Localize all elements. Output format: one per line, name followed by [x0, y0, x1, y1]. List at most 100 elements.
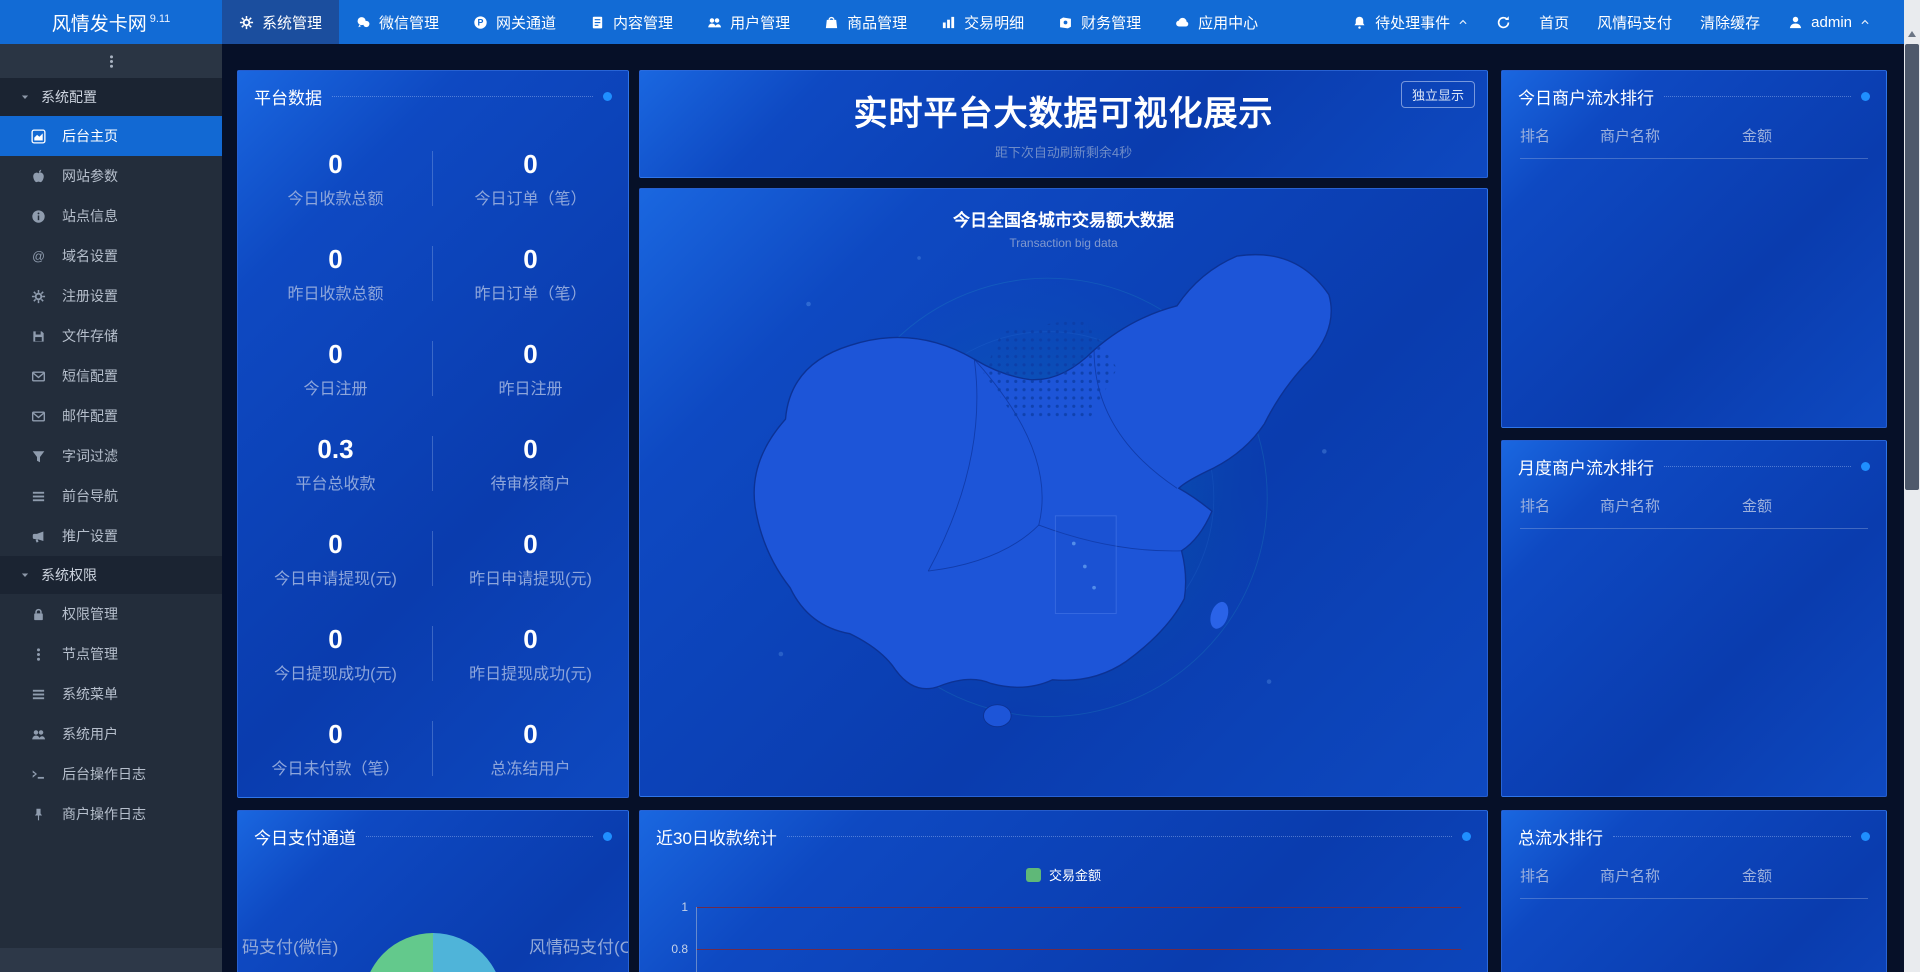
nav-label: 应用中心 — [1198, 12, 1258, 33]
apple-icon — [31, 169, 46, 184]
envelope-icon — [31, 369, 46, 384]
brand-version: 9.11 — [150, 13, 171, 25]
envelope-icon — [31, 409, 46, 424]
info-icon — [31, 209, 46, 224]
pending-events-dropdown[interactable]: 待处理事件 — [1338, 12, 1482, 33]
panel-header: 近30日收款统计 — [640, 811, 1487, 857]
dots-icon — [31, 647, 46, 662]
sidebar-menu: 系统配置后台主页网站参数站点信息@域名设置注册设置文件存储短信配置邮件配置字词过… — [0, 78, 222, 834]
sidebar-item-email-config[interactable]: 邮件配置 — [0, 396, 222, 436]
header-underline — [1520, 158, 1868, 159]
stat-today-withdraw-apply: 0 今日申请提现(元) — [238, 511, 433, 606]
nav-label: 用户管理 — [730, 12, 790, 33]
scrollbar-thumb[interactable] — [1905, 44, 1919, 490]
gear-icon — [31, 289, 46, 304]
sidebar-item-file-storage[interactable]: 文件存储 — [0, 316, 222, 356]
scroll-up-arrow[interactable] — [1904, 26, 1920, 42]
nav-gateway-channel[interactable]: P网关通道 — [456, 0, 573, 44]
sidebar-item-domain-settings[interactable]: @域名设置 — [0, 236, 222, 276]
sidebar-item-node-management[interactable]: 节点管理 — [0, 634, 222, 674]
pie-label-wechat: 码支付(微信) — [242, 933, 338, 958]
sidebar-section-system-permission[interactable]: 系统权限 — [0, 556, 222, 594]
rank-table-header: 排名 商户名称 金额 — [1502, 117, 1886, 158]
dot-accent — [1462, 832, 1471, 841]
stat-label: 今日提现成功(元) — [274, 660, 397, 684]
sidebar-section-system-config[interactable]: 系统配置 — [0, 78, 222, 116]
platform-data-panel: 平台数据 0今日收款总额0今日订单（笔）0昨日收款总额0昨日订单（笔）0今日注册… — [237, 70, 629, 798]
gear-icon — [239, 15, 254, 30]
auto-refresh-note: 距下次自动刷新剩余4秒 — [640, 142, 1487, 161]
nav-label: 系统管理 — [262, 12, 322, 33]
stat-today-income: 0今日收款总额 — [238, 131, 433, 226]
page-scrollbar[interactable] — [1904, 0, 1920, 972]
list-icon — [31, 489, 46, 504]
fengqing-pay-link[interactable]: 风情码支付 — [1583, 12, 1686, 33]
caret-up-icon — [1458, 17, 1468, 27]
nav-product-management[interactable]: 商品管理 — [807, 0, 924, 44]
dot-accent — [603, 92, 612, 101]
total-flow-rank-panel: 总流水排行 排名 商户名称 金额 — [1501, 810, 1887, 972]
sidebar-item-admin-home[interactable]: 后台主页 — [0, 116, 222, 156]
legend-swatch — [1026, 868, 1041, 882]
stat-label: 今日申请提现(元) — [274, 565, 397, 589]
clear-cache-link[interactable]: 清除缓存 — [1686, 12, 1774, 33]
standalone-display-button[interactable]: 独立显示 — [1401, 81, 1475, 108]
megaphone-icon — [31, 529, 46, 544]
panel-header: 今日支付通道 — [238, 811, 628, 857]
stat-value: 0 — [328, 529, 342, 560]
sidebar-item-system-menu[interactable]: 系统菜单 — [0, 674, 222, 714]
sidebar-item-front-nav[interactable]: 前台导航 — [0, 476, 222, 516]
sidebar-item-register-settings[interactable]: 注册设置 — [0, 276, 222, 316]
refresh-button[interactable] — [1482, 15, 1525, 30]
chart-area-icon — [31, 129, 46, 144]
stat-today-register: 0今日注册 — [238, 321, 433, 416]
payment-pie-chart[interactable] — [363, 933, 503, 972]
nav-label: 商品管理 — [847, 12, 907, 33]
funnel-icon — [31, 449, 46, 464]
users-icon — [31, 727, 46, 742]
nav-transaction-details[interactable]: 交易明细 — [924, 0, 1041, 44]
bag-icon — [824, 15, 839, 30]
nav-finance-management[interactable]: 财务管理 — [1041, 0, 1158, 44]
brand-logo[interactable]: 风情发卡网9.11 — [0, 9, 222, 36]
chart-legend[interactable]: 交易金额 — [640, 865, 1487, 884]
person-icon — [1788, 15, 1803, 30]
dot-accent — [603, 832, 612, 841]
sidebar-item-sms-config[interactable]: 短信配置 — [0, 356, 222, 396]
pin-icon — [31, 807, 46, 822]
nav-user-management[interactable]: 用户管理 — [690, 0, 807, 44]
money-icon — [1058, 15, 1073, 30]
rank-table-header: 排名 商户名称 金额 — [1502, 487, 1886, 528]
sidebar-item-word-filter[interactable]: 字词过滤 — [0, 436, 222, 476]
sidebar-item-permission-management[interactable]: 权限管理 — [0, 594, 222, 634]
sidebar-item-promotion-settings[interactable]: 推广设置 — [0, 516, 222, 556]
stat-label: 今日未付款（笔） — [271, 755, 399, 779]
stats-grid: 0今日收款总额0今日订单（笔）0昨日收款总额0昨日订单（笔）0今日注册0昨日注册… — [238, 117, 628, 796]
sidebar-item-site-params[interactable]: 网站参数 — [0, 156, 222, 196]
sidebar-item-admin-operation-log[interactable]: 后台操作日志 — [0, 754, 222, 794]
dots-vertical-icon — [104, 54, 119, 69]
stat-label: 今日订单（笔） — [474, 185, 586, 209]
cloud-icon — [1175, 15, 1190, 30]
stat-value: 0 — [328, 149, 342, 180]
home-link[interactable]: 首页 — [1525, 12, 1583, 33]
stat-yesterday-register: 0昨日注册 — [433, 321, 628, 416]
sidebar-item-site-info[interactable]: 站点信息 — [0, 196, 222, 236]
username: admin — [1811, 14, 1852, 31]
sidebar-item-merchant-operation-log[interactable]: 商户操作日志 — [0, 794, 222, 834]
ytick-1: 1 — [654, 900, 688, 914]
nav-content-management[interactable]: 内容管理 — [573, 0, 690, 44]
nav-system-management[interactable]: 系统管理 — [222, 0, 339, 44]
user-menu[interactable]: admin — [1774, 14, 1884, 31]
sidebar-item-system-users[interactable]: 系统用户 — [0, 714, 222, 754]
top-navbar: 风情发卡网9.11 系统管理微信管理P网关通道内容管理 用户管理 商品管理交易明细财… — [0, 0, 1904, 44]
col-rank: 排名 — [1520, 125, 1600, 146]
stat-value: 0 — [328, 624, 342, 655]
refresh-icon — [1496, 15, 1511, 30]
pending-events-label: 待处理事件 — [1375, 12, 1450, 33]
sidebar-collapse-toggle[interactable] — [0, 44, 222, 78]
nav-wechat-management[interactable]: 微信管理 — [339, 0, 456, 44]
nav-app-center[interactable]: 应用中心 — [1158, 0, 1275, 44]
at-icon: @ — [31, 249, 46, 264]
stat-yesterday-withdraw-success: 0昨日提现成功(元) — [433, 606, 628, 701]
